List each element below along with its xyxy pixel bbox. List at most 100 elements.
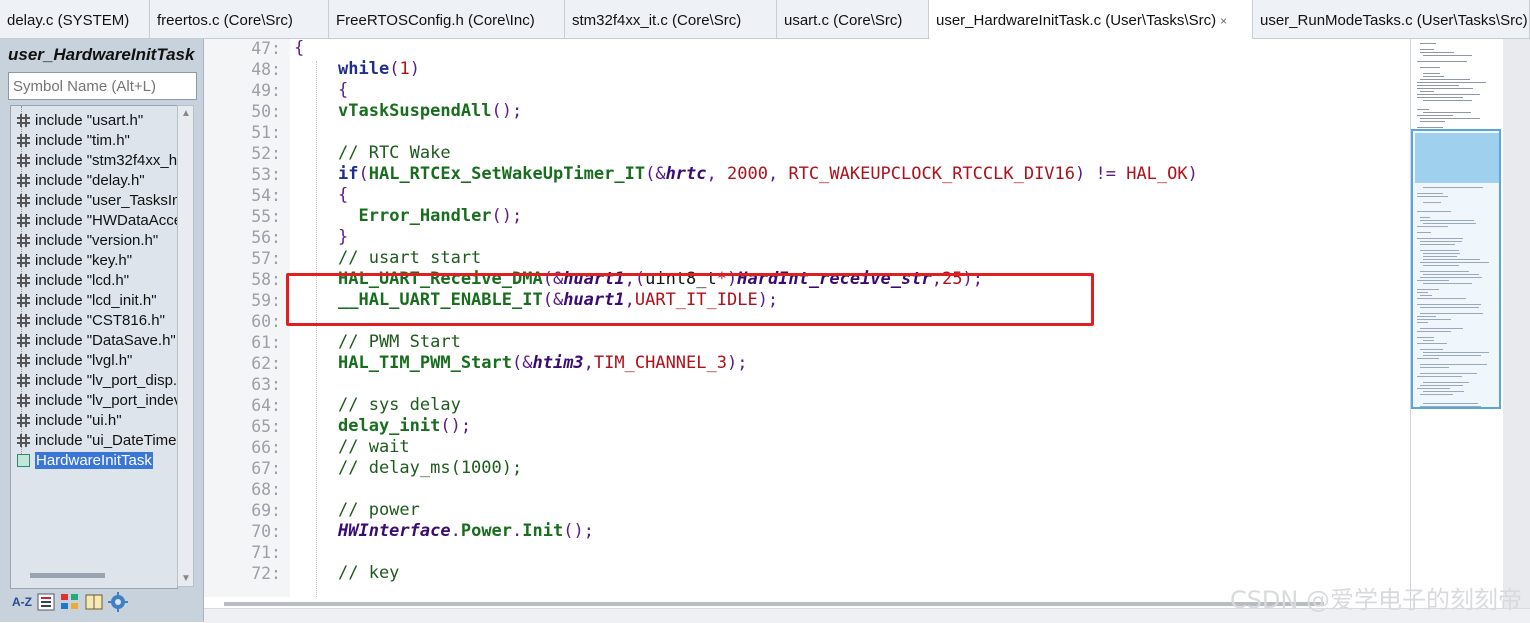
symbol-list-item[interactable]: include "version.h": [17, 230, 177, 250]
symbol-list-item[interactable]: include "HWDataAccess.h": [17, 210, 177, 230]
symbol-list-scrollbar[interactable]: ▲ ▼: [177, 105, 194, 587]
minimap-viewport[interactable]: [1411, 129, 1501, 409]
minimap-line: [1420, 67, 1440, 68]
line-number: 48:: [251, 60, 281, 79]
gear-icon[interactable]: [108, 592, 128, 612]
code-token: // usart start: [338, 248, 482, 268]
tab-2[interactable]: FreeRTOSConfig.h (Core\Inc): [329, 0, 565, 38]
book-icon[interactable]: [84, 592, 104, 612]
symbol-list-item[interactable]: include "stm32f4xx_hal.h": [17, 150, 177, 170]
code-line[interactable]: HWInterface.Power.Init();: [338, 521, 594, 542]
symbol-panel: user_HardwareInitTask include "usart.h"i…: [0, 39, 204, 622]
symbol-list-item[interactable]: include "ui.h": [17, 410, 177, 430]
code-line[interactable]: // key: [338, 563, 399, 584]
list-icon[interactable]: [36, 592, 56, 612]
symbol-list-hscrollbar[interactable]: [10, 570, 176, 582]
tab-label: stm32f4xx_it.c (Core\Src): [572, 12, 742, 29]
code-token: .: [512, 521, 523, 541]
highlight-annotation-box: [286, 273, 1094, 326]
symbol-list-item-selected[interactable]: HardwareInitTask: [17, 450, 177, 470]
include-icon: [17, 413, 30, 427]
code-token: ): [1187, 164, 1198, 184]
editor-hscroll-thumb[interactable]: [224, 602, 1324, 606]
code-token: ,: [767, 164, 789, 184]
tab-4[interactable]: usart.c (Core\Src): [777, 0, 929, 38]
include-icon: [17, 333, 30, 347]
code-line[interactable]: {: [294, 38, 304, 59]
line-number: 63:: [251, 375, 281, 394]
code-token: 1: [399, 59, 410, 79]
tab-label: usart.c (Core\Src): [784, 12, 903, 29]
symbol-list-item[interactable]: include "tim.h": [17, 130, 177, 150]
include-icon: [17, 133, 30, 147]
scroll-up-icon[interactable]: ▲: [181, 108, 191, 119]
hscroll-thumb[interactable]: [30, 573, 105, 578]
symbol-list-item[interactable]: include "lv_port_indev.h": [17, 390, 177, 410]
code-line[interactable]: if(HAL_RTCEx_SetWakeUpTimer_IT(&hrtc, 20…: [338, 164, 1198, 185]
code-line[interactable]: Error_Handler();: [338, 206, 522, 227]
minimap[interactable]: [1410, 39, 1530, 622]
scroll-down-icon[interactable]: ▼: [181, 573, 191, 584]
minimap-line: [1420, 52, 1454, 53]
symbol-search-input[interactable]: [8, 72, 197, 100]
code-token: ,: [583, 353, 594, 373]
include-icon: [17, 153, 30, 167]
tab-5[interactable]: user_HardwareInitTask.c (User\Tasks\Src)…: [929, 0, 1253, 39]
symbol-list-item[interactable]: include "lcd_init.h": [17, 290, 177, 310]
code-line[interactable]: // delay_ms(1000);: [338, 458, 522, 479]
line-number: 64:: [251, 396, 281, 415]
include-icon: [17, 213, 30, 227]
code-editor[interactable]: 47: 48: 49: 50: 51: 52: 53: 54: 55: 56: 57: 58: 59: 6…: [204, 38, 1409, 617]
symbol-list-item[interactable]: include "ui_DateTimeSetPage.h": [17, 430, 177, 450]
symbol-label: include "DataSave.h": [35, 331, 176, 349]
symbol-list-item[interactable]: include "DataSave.h": [17, 330, 177, 350]
code-token: HWInterface: [338, 521, 451, 541]
code-line[interactable]: // usart start: [338, 248, 481, 269]
minimap-highlight: [1415, 133, 1499, 183]
code-line[interactable]: // wait: [338, 437, 410, 458]
symbol-list-item[interactable]: include "lcd.h": [17, 270, 177, 290]
code-line[interactable]: }: [338, 227, 348, 248]
symbol-list-item[interactable]: include "lv_port_disp.h": [17, 370, 178, 390]
symbol-list-item[interactable]: include "usart.h": [17, 110, 177, 130]
symbol-label: include "lv_port_disp.h": [35, 371, 178, 389]
sort-az-button[interactable]: A-Z: [12, 592, 32, 612]
symbol-list-item[interactable]: include "lvgl.h": [17, 350, 177, 370]
line-number: 72:: [251, 564, 281, 583]
symbol-label: include "key.h": [35, 251, 133, 269]
symbol-list-item[interactable]: include "key.h": [17, 250, 177, 270]
code-line[interactable]: // power: [338, 500, 420, 521]
tab-3[interactable]: stm32f4xx_it.c (Core\Src): [565, 0, 777, 38]
minimap-scrollbar[interactable]: [1503, 39, 1530, 622]
code-line[interactable]: // PWM Start: [338, 332, 461, 353]
code-token: (: [358, 164, 369, 184]
code-line[interactable]: // sys delay: [338, 395, 461, 416]
include-icon: [17, 393, 30, 407]
symbol-list-item[interactable]: include "delay.h": [17, 170, 177, 190]
include-icon: [17, 313, 30, 327]
code-token: {: [294, 38, 305, 58]
line-number: 57:: [251, 249, 281, 268]
close-icon[interactable]: ×: [1220, 14, 1227, 28]
code-line[interactable]: // RTC Wake: [338, 143, 451, 164]
symbol-list-item[interactable]: include "CST816.h": [17, 310, 177, 330]
tab-label: FreeRTOSConfig.h (Core\Inc): [336, 12, 535, 29]
code-line[interactable]: HAL_TIM_PWM_Start(&htim3,TIM_CHANNEL_3);: [338, 353, 747, 374]
minimap-line: [1420, 121, 1445, 122]
code-line[interactable]: {: [338, 80, 348, 101]
code-line[interactable]: delay_init();: [338, 416, 471, 437]
tab-6[interactable]: user_RunModeTasks.c (User\Tasks\Src): [1253, 0, 1530, 38]
line-number: 67:: [251, 459, 281, 478]
tab-0[interactable]: delay.c (SYSTEM): [0, 0, 150, 38]
code-line[interactable]: {: [338, 185, 348, 206]
tree-icon[interactable]: [60, 592, 80, 612]
include-icon: [17, 233, 30, 247]
minimap-line: [1417, 115, 1453, 116]
include-icon: [17, 273, 30, 287]
code-line[interactable]: vTaskSuspendAll();: [338, 101, 522, 122]
code-line[interactable]: while(1): [338, 59, 420, 80]
tab-1[interactable]: freertos.c (Core\Src): [150, 0, 329, 38]
symbol-list-item[interactable]: include "user_TasksInit.h": [17, 190, 177, 210]
line-number: 65:: [251, 417, 281, 436]
symbol-list[interactable]: include "usart.h" include "tim.h" include …: [10, 105, 178, 589]
